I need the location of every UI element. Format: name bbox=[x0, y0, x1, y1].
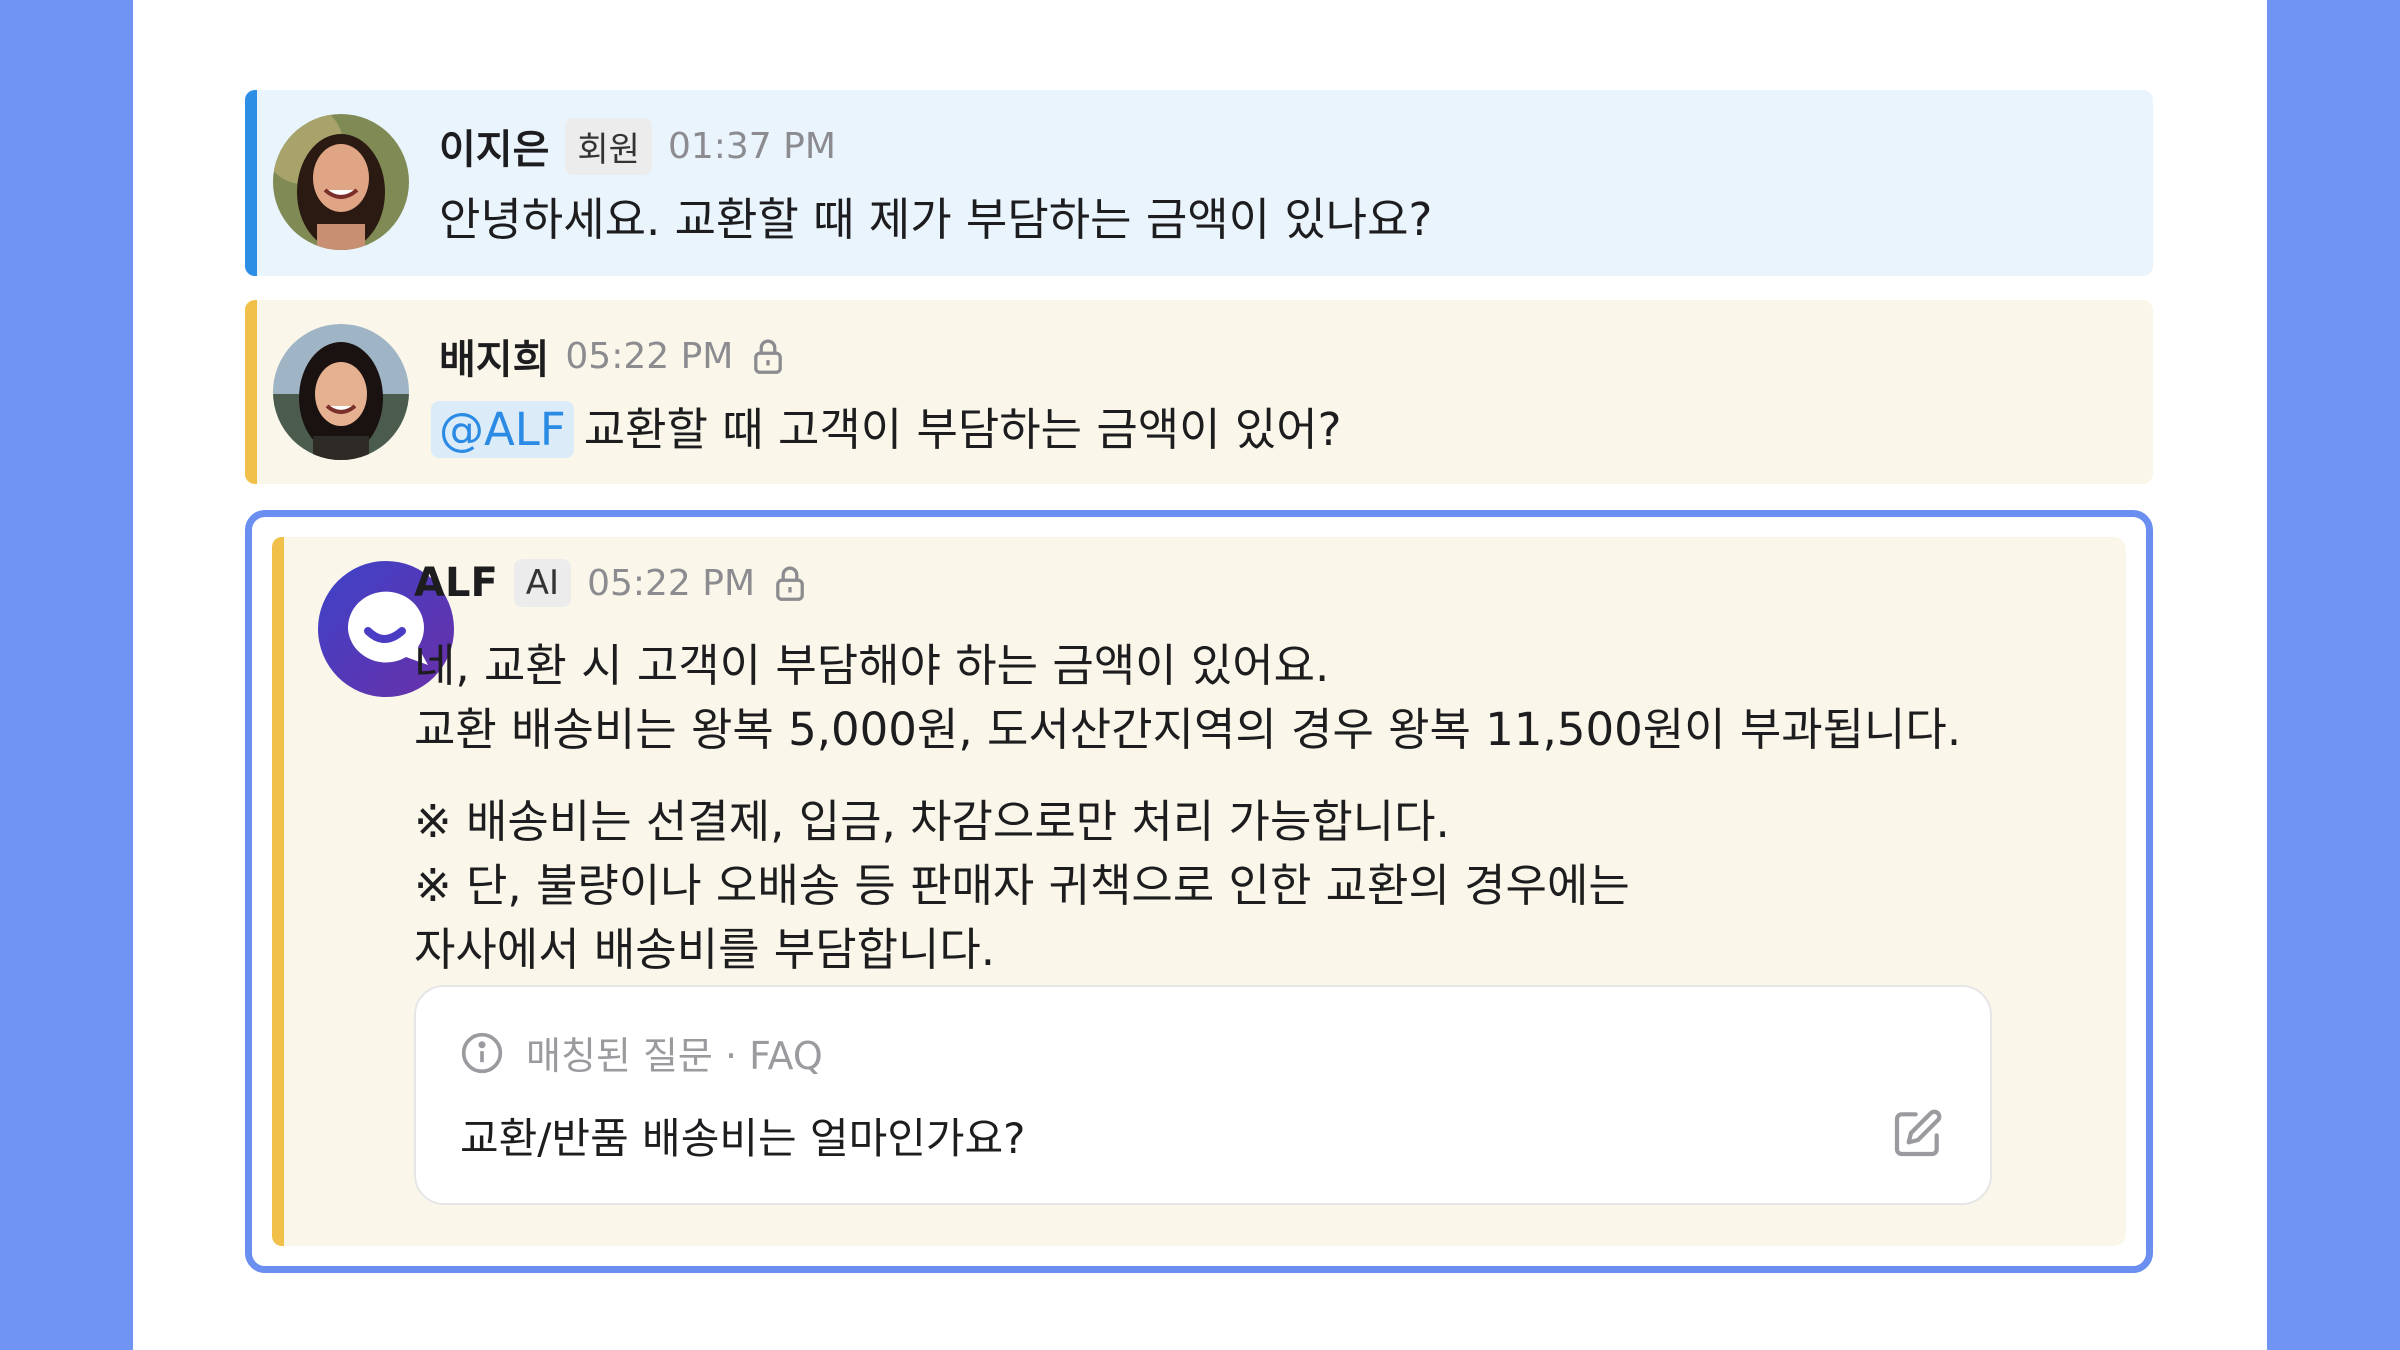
message-agent: 배지희 05:22 PM @ALF 교환할 때 고객이 부담하는 금액이 있어? bbox=[245, 300, 2153, 484]
message-text-row: @ALF 교환할 때 고객이 부담하는 금액이 있어? bbox=[431, 398, 1342, 462]
matched-faq-card[interactable]: 매칭된 질문 · FAQ 교환/반품 배송비는 얼마인가요? bbox=[414, 985, 1992, 1205]
message-text: 교환할 때 고객이 부담하는 금액이 있어? bbox=[583, 403, 1342, 456]
avatar[interactable] bbox=[273, 114, 409, 250]
message-alf: ALF AI 05:22 PM 네, 교환 시 고객이 부담해야 하는 금액이 … bbox=[272, 537, 2126, 1246]
faq-question: 교환/반품 배송비는 얼마인가요? bbox=[460, 1114, 1026, 1163]
message-header: ALF AI 05:22 PM bbox=[414, 555, 807, 611]
faq-label: 매칭된 질문 · FAQ bbox=[526, 1034, 823, 1078]
sender-name[interactable]: ALF bbox=[414, 560, 498, 606]
message-customer: 이지은 회원 01:37 PM 안녕하세요. 교환할 때 제가 부담하는 금액이… bbox=[245, 90, 2153, 276]
customer-indicator-bar bbox=[245, 90, 257, 276]
faq-header: 매칭된 질문 · FAQ bbox=[460, 1025, 823, 1080]
avatar[interactable] bbox=[273, 324, 409, 460]
role-badge: 회원 bbox=[565, 117, 652, 175]
sender-name[interactable]: 배지희 bbox=[439, 327, 549, 385]
timestamp: 05:22 PM bbox=[565, 335, 734, 377]
info-icon bbox=[461, 1032, 503, 1073]
ai-badge: AI bbox=[513, 559, 572, 607]
alf-indicator-bar bbox=[272, 537, 284, 1246]
answer-note: 자사에서 배송비를 부담합니다. bbox=[414, 923, 996, 976]
lock-icon bbox=[751, 337, 785, 375]
timestamp: 01:37 PM bbox=[667, 125, 836, 167]
timestamp: 05:22 PM bbox=[587, 562, 756, 604]
answer-note: ※ 배송비는 선결제, 입금, 차감으로만 처리 가능합니다. bbox=[414, 795, 1450, 848]
message-text: 안녕하세요. 교환할 때 제가 부담하는 금액이 있나요? bbox=[439, 193, 1433, 246]
mention-tag[interactable]: @ALF bbox=[431, 401, 574, 458]
answer-note: ※ 단, 불량이나 오배송 등 판매자 귀책으로 인한 교환의 경우에는 bbox=[414, 859, 1630, 912]
answer-line: 네, 교환 시 고객이 부담해야 하는 금액이 있어요. bbox=[414, 639, 1330, 692]
sender-name[interactable]: 이지은 bbox=[439, 117, 549, 175]
answer-line: 교환 배송비는 왕복 5,000원, 도서산간지역의 경우 왕복 11,500원… bbox=[414, 703, 1962, 756]
lock-icon bbox=[773, 564, 807, 602]
chat-panel: 이지은 회원 01:37 PM 안녕하세요. 교환할 때 제가 부담하는 금액이… bbox=[133, 0, 2267, 1350]
message-header: 배지희 05:22 PM bbox=[439, 328, 785, 384]
message-header: 이지은 회원 01:37 PM bbox=[439, 117, 836, 175]
edit-icon[interactable] bbox=[1890, 1105, 1946, 1161]
selected-message-frame[interactable]: ALF AI 05:22 PM 네, 교환 시 고객이 부담해야 하는 금액이 … bbox=[245, 510, 2153, 1273]
agent-indicator-bar bbox=[245, 300, 257, 484]
